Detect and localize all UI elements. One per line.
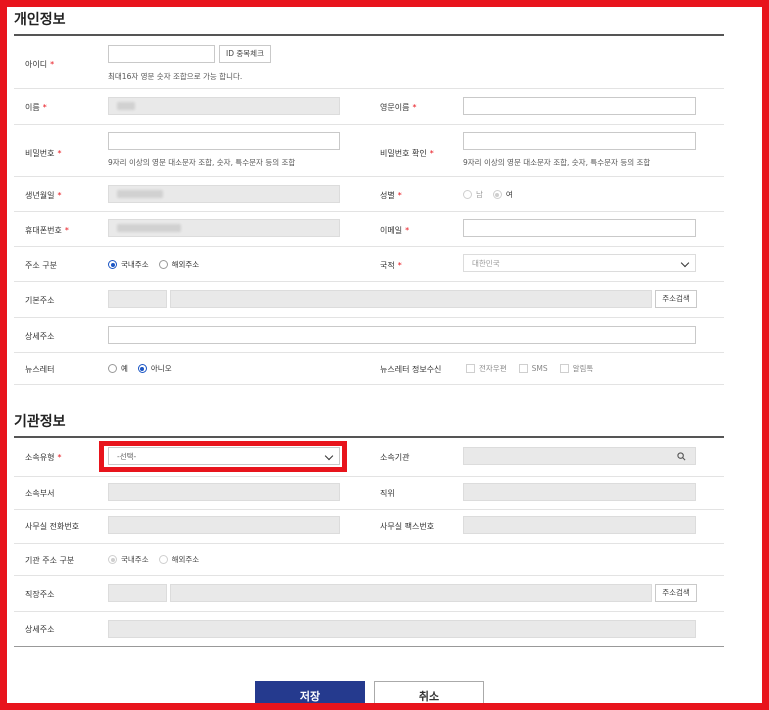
affiliation-type-label: 소속유형 * bbox=[25, 453, 62, 462]
id-input[interactable] bbox=[108, 45, 215, 63]
birth-input bbox=[108, 185, 340, 203]
org-address-type-label: 기관 주소 구분 bbox=[25, 556, 75, 565]
office-fax-label: 사무실 팩스번호 bbox=[380, 522, 435, 531]
row-divider bbox=[14, 352, 724, 353]
gender-label: 성별 * bbox=[380, 191, 402, 200]
address-search-button[interactable]: 주소검색 bbox=[655, 290, 697, 308]
address-type-label: 주소 구분 bbox=[25, 261, 57, 270]
work-address-search-button[interactable]: 주소검색 bbox=[655, 584, 697, 602]
organization-section-title: 기관정보 bbox=[14, 414, 66, 430]
save-button[interactable]: 저장 bbox=[255, 681, 365, 710]
org-address-overseas-radio bbox=[158, 555, 168, 564]
address-domestic-radio[interactable] bbox=[108, 260, 117, 269]
office-fax-input bbox=[463, 516, 696, 534]
mobile-label: 휴대폰번호 * bbox=[25, 226, 69, 235]
alimtalk-checkbox bbox=[559, 364, 569, 373]
office-phone-label: 사무실 전화번호 bbox=[25, 522, 80, 531]
org-address-domestic-radio bbox=[108, 555, 117, 564]
password-confirm-input[interactable] bbox=[463, 132, 696, 150]
newsletter-channel-group: 전자우편 SMS 알림톡 bbox=[466, 363, 593, 374]
position-label: 직위 bbox=[380, 489, 395, 498]
work-address-input bbox=[170, 584, 652, 602]
eng-name-label: 영문이름 * bbox=[380, 103, 417, 112]
work-zipcode-input bbox=[108, 584, 167, 602]
address-overseas-radio[interactable] bbox=[158, 260, 168, 269]
gender-male-radio bbox=[463, 190, 472, 199]
row-divider bbox=[14, 124, 724, 125]
id-check-button[interactable]: ID 중복체크 bbox=[219, 45, 271, 63]
section-divider bbox=[14, 34, 724, 36]
newsletter-label: 뉴스레터 bbox=[25, 365, 55, 374]
row-divider bbox=[14, 575, 724, 576]
affiliation-type-select[interactable]: -선택- bbox=[108, 447, 340, 465]
basic-address-label: 기본주소 bbox=[25, 296, 55, 305]
row-divider bbox=[14, 176, 724, 177]
row-divider bbox=[14, 246, 724, 247]
nationality-label: 국적 * bbox=[380, 261, 402, 270]
email-checkbox bbox=[466, 364, 475, 373]
row-divider bbox=[14, 611, 724, 612]
chevron-down-icon bbox=[324, 451, 334, 461]
row-divider bbox=[14, 543, 724, 544]
position-input bbox=[463, 483, 696, 501]
detail-address-input[interactable] bbox=[108, 326, 696, 344]
password-confirm-label: 비밀번호 확인 * bbox=[380, 149, 434, 158]
cancel-button[interactable]: 취소 bbox=[374, 681, 484, 710]
id-hint: 최대16자 영문 숫자 조합으로 가능 합니다. bbox=[108, 72, 243, 81]
row-divider bbox=[14, 88, 724, 89]
zipcode-input bbox=[108, 290, 167, 308]
affiliation-type-value: -선택- bbox=[117, 452, 137, 461]
row-divider bbox=[14, 509, 724, 510]
gender-radio-group: 남 여 bbox=[463, 189, 513, 200]
password-hint: 9자리 이상의 영문 대소문자 조합, 숫자, 특수문자 등의 조합 bbox=[108, 158, 296, 167]
department-label: 소속부서 bbox=[25, 489, 55, 498]
birth-label: 생년월일 * bbox=[25, 191, 62, 200]
row-divider bbox=[14, 476, 724, 477]
affiliation-org-label: 소속기관 bbox=[380, 453, 410, 462]
name-label: 이름 * bbox=[25, 103, 47, 112]
basic-address-input bbox=[170, 290, 652, 308]
work-detail-address-label: 상세주소 bbox=[25, 625, 55, 634]
gender-female-radio bbox=[492, 190, 502, 199]
nationality-value: 대한민국 bbox=[472, 259, 500, 268]
id-label: 아이디 * bbox=[25, 60, 55, 69]
office-phone-input bbox=[108, 516, 340, 534]
section-end-divider bbox=[14, 646, 724, 647]
eng-name-input[interactable] bbox=[463, 97, 696, 115]
password-input[interactable] bbox=[108, 132, 340, 150]
email-label: 이메일 * bbox=[380, 226, 410, 235]
nationality-select[interactable]: 대한민국 bbox=[463, 254, 696, 272]
row-divider bbox=[14, 317, 724, 318]
newsletter-yes-radio[interactable] bbox=[108, 364, 117, 373]
department-input bbox=[108, 483, 340, 501]
password-label: 비밀번호 * bbox=[25, 149, 62, 158]
password-confirm-hint: 9자리 이상의 영문 대소문자 조합, 숫자, 특수문자 등의 조합 bbox=[463, 158, 651, 167]
org-address-type-radio-group: 국내주소 해외주소 bbox=[108, 554, 199, 565]
row-divider bbox=[14, 211, 724, 212]
address-type-radio-group[interactable]: 국내주소 해외주소 bbox=[108, 259, 199, 270]
row-divider bbox=[14, 384, 724, 385]
work-detail-address-input bbox=[108, 620, 696, 638]
sms-checkbox bbox=[518, 364, 528, 373]
affiliation-org-input[interactable] bbox=[463, 447, 696, 465]
row-divider bbox=[14, 281, 724, 282]
detail-address-label: 상세주소 bbox=[25, 332, 55, 341]
name-input bbox=[108, 97, 340, 115]
section-divider bbox=[14, 436, 724, 438]
newsletter-channel-label: 뉴스레터 정보수신 bbox=[380, 365, 442, 374]
mobile-input bbox=[108, 219, 340, 237]
personal-section-title: 개인정보 bbox=[14, 12, 66, 28]
newsletter-no-radio[interactable] bbox=[137, 364, 147, 373]
search-icon[interactable] bbox=[677, 452, 686, 461]
work-address-label: 직장주소 bbox=[25, 590, 55, 599]
chevron-down-icon bbox=[680, 258, 690, 268]
newsletter-radio-group[interactable]: 예 아니오 bbox=[108, 363, 172, 374]
email-input[interactable] bbox=[463, 219, 696, 237]
